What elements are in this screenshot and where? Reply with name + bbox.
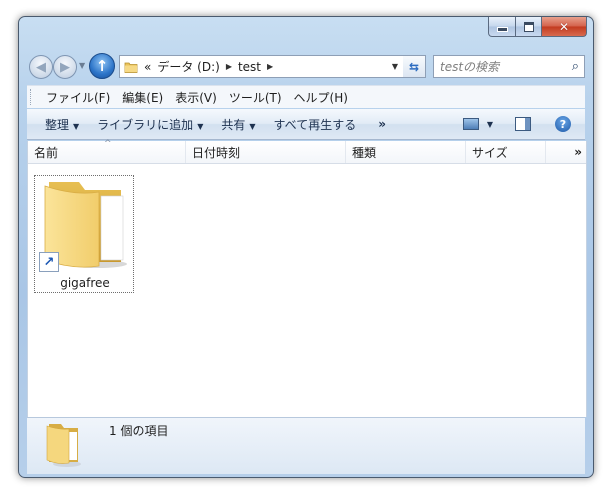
- column-name[interactable]: 名前 ^: [28, 139, 186, 163]
- minimize-icon: [496, 27, 508, 32]
- organize-button[interactable]: 整理 ▼: [45, 116, 79, 133]
- menu-edit[interactable]: 編集(E): [122, 89, 163, 106]
- menu-help[interactable]: ヘルプ(H): [294, 89, 348, 106]
- play-all-button[interactable]: すべて再生する: [274, 116, 357, 133]
- organize-label: 整理: [45, 117, 70, 132]
- back-button[interactable]: ◀: [29, 55, 53, 79]
- breadcrumb-arrow-icon[interactable]: ▶: [226, 62, 232, 71]
- breadcrumb-arrow-icon[interactable]: ▶: [267, 62, 273, 71]
- add-to-library-button[interactable]: ライブラリに追加 ▼: [97, 116, 203, 133]
- details-folder-icon: [46, 424, 81, 467]
- explorer-window: ✕ ◀ ▶ ▼ ↑ « データ (D:) ▶ test ▶ ▼ ⇆ testの検…: [18, 16, 594, 478]
- minimize-button[interactable]: [488, 17, 516, 37]
- change-view-icon[interactable]: [462, 118, 479, 130]
- refresh-icon: ⇆: [408, 59, 420, 74]
- address-bar[interactable]: « データ (D:) ▶ test ▶ ▼: [119, 55, 405, 78]
- menu-grip: [30, 89, 34, 105]
- maximize-button[interactable]: [516, 17, 542, 37]
- chevron-down-icon: ▼: [73, 121, 80, 131]
- forward-arrow-icon: ▶: [60, 59, 70, 75]
- menu-bar: ファイル(F) 編集(E) 表示(V) ツール(T) ヘルプ(H): [27, 85, 585, 108]
- address-overflow[interactable]: «: [144, 60, 151, 74]
- column-header: 名前 ^ 日付時刻 種類 サイズ »: [28, 139, 586, 164]
- column-size[interactable]: サイズ: [466, 141, 546, 163]
- column-type[interactable]: 種類: [346, 141, 466, 163]
- close-icon: ✕: [558, 19, 570, 34]
- address-dropdown-icon[interactable]: ▼: [392, 62, 398, 71]
- refresh-button[interactable]: ⇆: [403, 55, 426, 78]
- folder-icon: [124, 62, 138, 73]
- close-button[interactable]: ✕: [542, 17, 587, 37]
- view-options-icon[interactable]: ▼: [487, 120, 493, 129]
- details-pane: 1 個の項目: [27, 417, 585, 474]
- share-button[interactable]: 共有 ▼: [221, 116, 255, 133]
- chevron-down-icon: ▼: [249, 121, 256, 131]
- back-arrow-icon: ◀: [36, 59, 46, 75]
- more-commands-button[interactable]: »: [378, 117, 386, 131]
- column-date[interactable]: 日付時刻: [186, 141, 346, 163]
- search-icon[interactable]: ⌕: [572, 59, 579, 74]
- chevron-down-icon: ▼: [197, 121, 204, 131]
- search-input[interactable]: testの検索: [440, 58, 499, 75]
- command-bar: 整理 ▼ ライブラリに追加 ▼ 共有 ▼ すべて再生する » ▼ ?: [27, 109, 585, 140]
- address-folder[interactable]: test: [238, 60, 261, 74]
- caption-buttons: ✕: [488, 17, 587, 37]
- navigation-bar: ◀ ▶ ▼ ↑ « データ (D:) ▶ test ▶ ▼ ⇆ testの検索 …: [27, 53, 585, 79]
- menu-tools[interactable]: ツール(T): [229, 89, 282, 106]
- sort-arrow-icon: ^: [104, 139, 112, 149]
- preview-pane-icon[interactable]: [515, 117, 531, 131]
- up-button[interactable]: ↑: [89, 53, 115, 79]
- file-list-area[interactable]: 名前 ^ 日付時刻 種類 サイズ » ↗ gigafree: [27, 139, 587, 417]
- up-arrow-icon: ↑: [95, 57, 109, 75]
- menu-view[interactable]: 表示(V): [175, 89, 217, 106]
- share-label: 共有: [221, 117, 246, 132]
- add-to-library-label: ライブラリに追加: [97, 117, 194, 132]
- folder-item-label: gigafree: [60, 276, 110, 290]
- menu-file[interactable]: ファイル(F): [46, 89, 110, 106]
- shortcut-arrow-icon: ↗: [39, 252, 59, 272]
- more-columns-icon[interactable]: »: [574, 145, 582, 159]
- maximize-icon: [523, 21, 534, 32]
- help-icon[interactable]: ?: [555, 116, 571, 132]
- item-count-text: 1 個の項目: [109, 424, 169, 438]
- search-box[interactable]: testの検索 ⌕: [433, 55, 585, 78]
- command-bar-right: ▼ ?: [462, 116, 585, 132]
- column-name-label: 名前: [34, 145, 59, 160]
- address-drive[interactable]: データ (D:): [157, 58, 219, 75]
- forward-button[interactable]: ▶: [53, 55, 77, 79]
- folder-item-gigafree[interactable]: ↗ gigafree: [34, 175, 134, 293]
- recent-pages-dropdown[interactable]: ▼: [79, 61, 85, 70]
